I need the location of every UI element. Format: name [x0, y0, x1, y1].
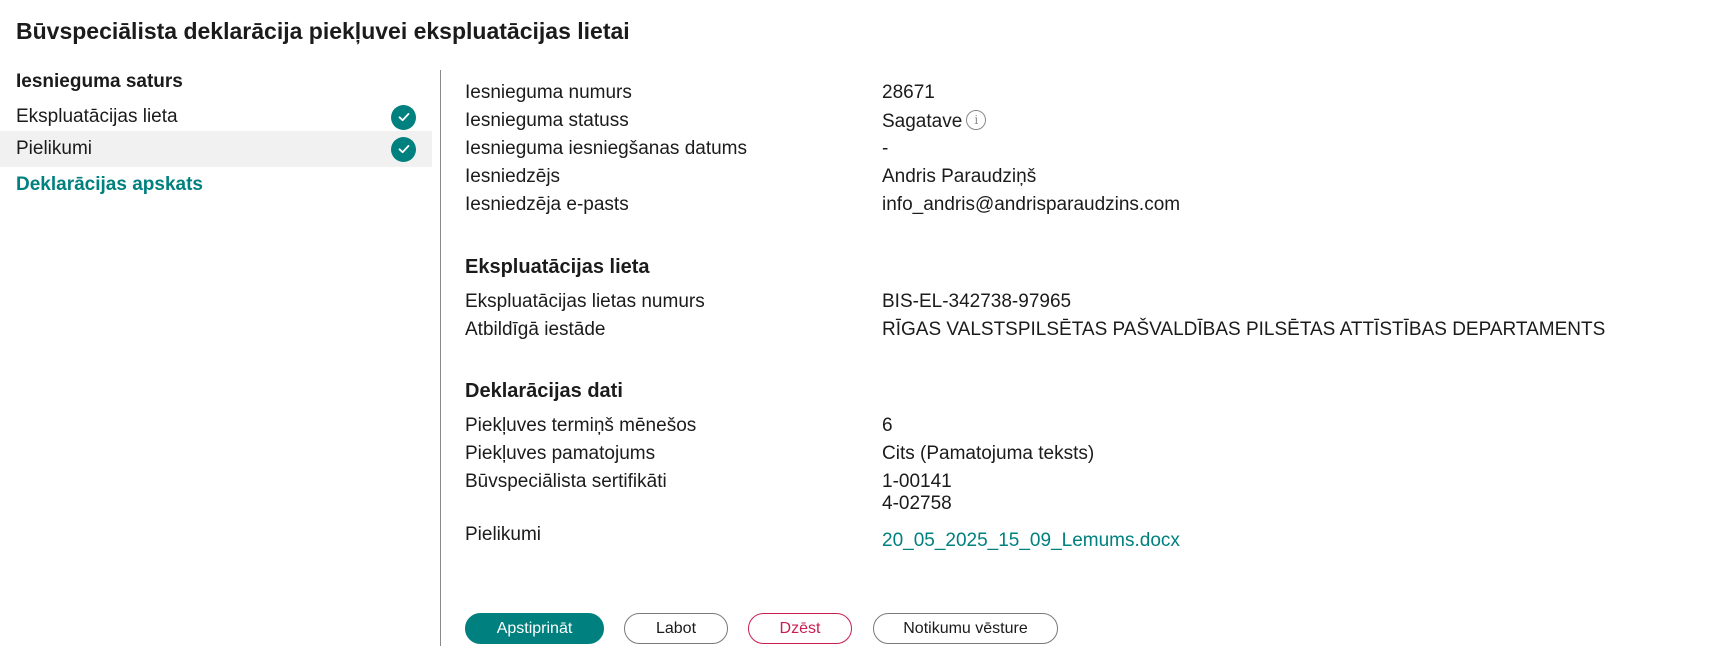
vertical-divider [440, 70, 441, 646]
field-value: Cits (Pamatojuma teksts) [882, 443, 1095, 464]
sidebar-item-label: Pielikumi [16, 138, 93, 159]
field-label: Pielikumi [465, 524, 542, 545]
page-title: Būvspeciālista deklarācija piekļuvei eks… [16, 18, 630, 44]
field-label: Iesniedzējs [465, 166, 561, 187]
sidebar-item-deklaracijas-apskats[interactable]: Deklarācijas apskats [0, 167, 432, 203]
field-label: Iesnieguma iesniegšanas datums [465, 138, 748, 159]
field-value: - [882, 138, 889, 159]
field-value-wrap: Sagatave i [882, 110, 987, 133]
field-label: Iesnieguma numurs [465, 82, 632, 103]
field-label: Būvspeciālista sertifikāti [465, 471, 667, 492]
field-label: Piekļuves pamatojums [465, 443, 656, 464]
sidebar-item-pielikumi[interactable]: Pielikumi [0, 131, 432, 167]
certificate-value: 1-00141 [882, 471, 952, 492]
field-value: BIS-EL-342738-97965 [882, 291, 1072, 312]
edit-button[interactable]: Labot [624, 613, 728, 644]
field-value: info_andris@andrisparaudzins.com [882, 194, 1181, 215]
field-label: Iesniedzēja e-pasts [465, 194, 629, 215]
page: Būvspeciālista deklarācija piekļuvei eks… [0, 0, 1715, 660]
delete-button[interactable]: Dzēst [748, 613, 852, 644]
check-circle-icon [391, 136, 416, 162]
field-value: 28671 [882, 82, 935, 103]
sidebar-item-ekspluatacijas-lieta[interactable]: Ekspluatācijas lieta [0, 99, 432, 135]
certificate-list: 1-00141 4-02758 [882, 471, 952, 515]
field-value: 6 [882, 415, 893, 436]
sidebar-item-label: Ekspluatācijas lieta [16, 106, 178, 127]
history-button[interactable]: Notikumu vēsture [873, 613, 1058, 644]
sidebar-heading: Iesnieguma saturs [16, 71, 183, 92]
attachment-link[interactable]: 20_05_2025_15_09_Lemums.docx [882, 530, 1180, 552]
section-title-declaration: Deklarācijas dati [465, 380, 623, 402]
field-label: Iesnieguma statuss [465, 110, 629, 131]
field-label: Piekļuves termiņš mēnešos [465, 415, 697, 436]
info-icon[interactable]: i [966, 110, 987, 130]
check-circle-icon [391, 104, 416, 130]
field-value: RĪGAS VALSTSPILSĒTAS PAŠVALDĪBAS PILSĒTA… [882, 319, 1606, 340]
sidebar-item-label: Deklarācijas apskats [16, 174, 203, 195]
section-title-case: Ekspluatācijas lieta [465, 256, 650, 278]
field-label: Ekspluatācijas lietas numurs [465, 291, 705, 312]
field-value: Andris Paraudziņš [882, 166, 1037, 187]
status-value: Sagatave [882, 111, 963, 132]
certificate-value: 4-02758 [882, 493, 952, 514]
field-label: Atbildīgā iestāde [465, 319, 606, 340]
confirm-button[interactable]: Apstiprināt [465, 613, 604, 644]
